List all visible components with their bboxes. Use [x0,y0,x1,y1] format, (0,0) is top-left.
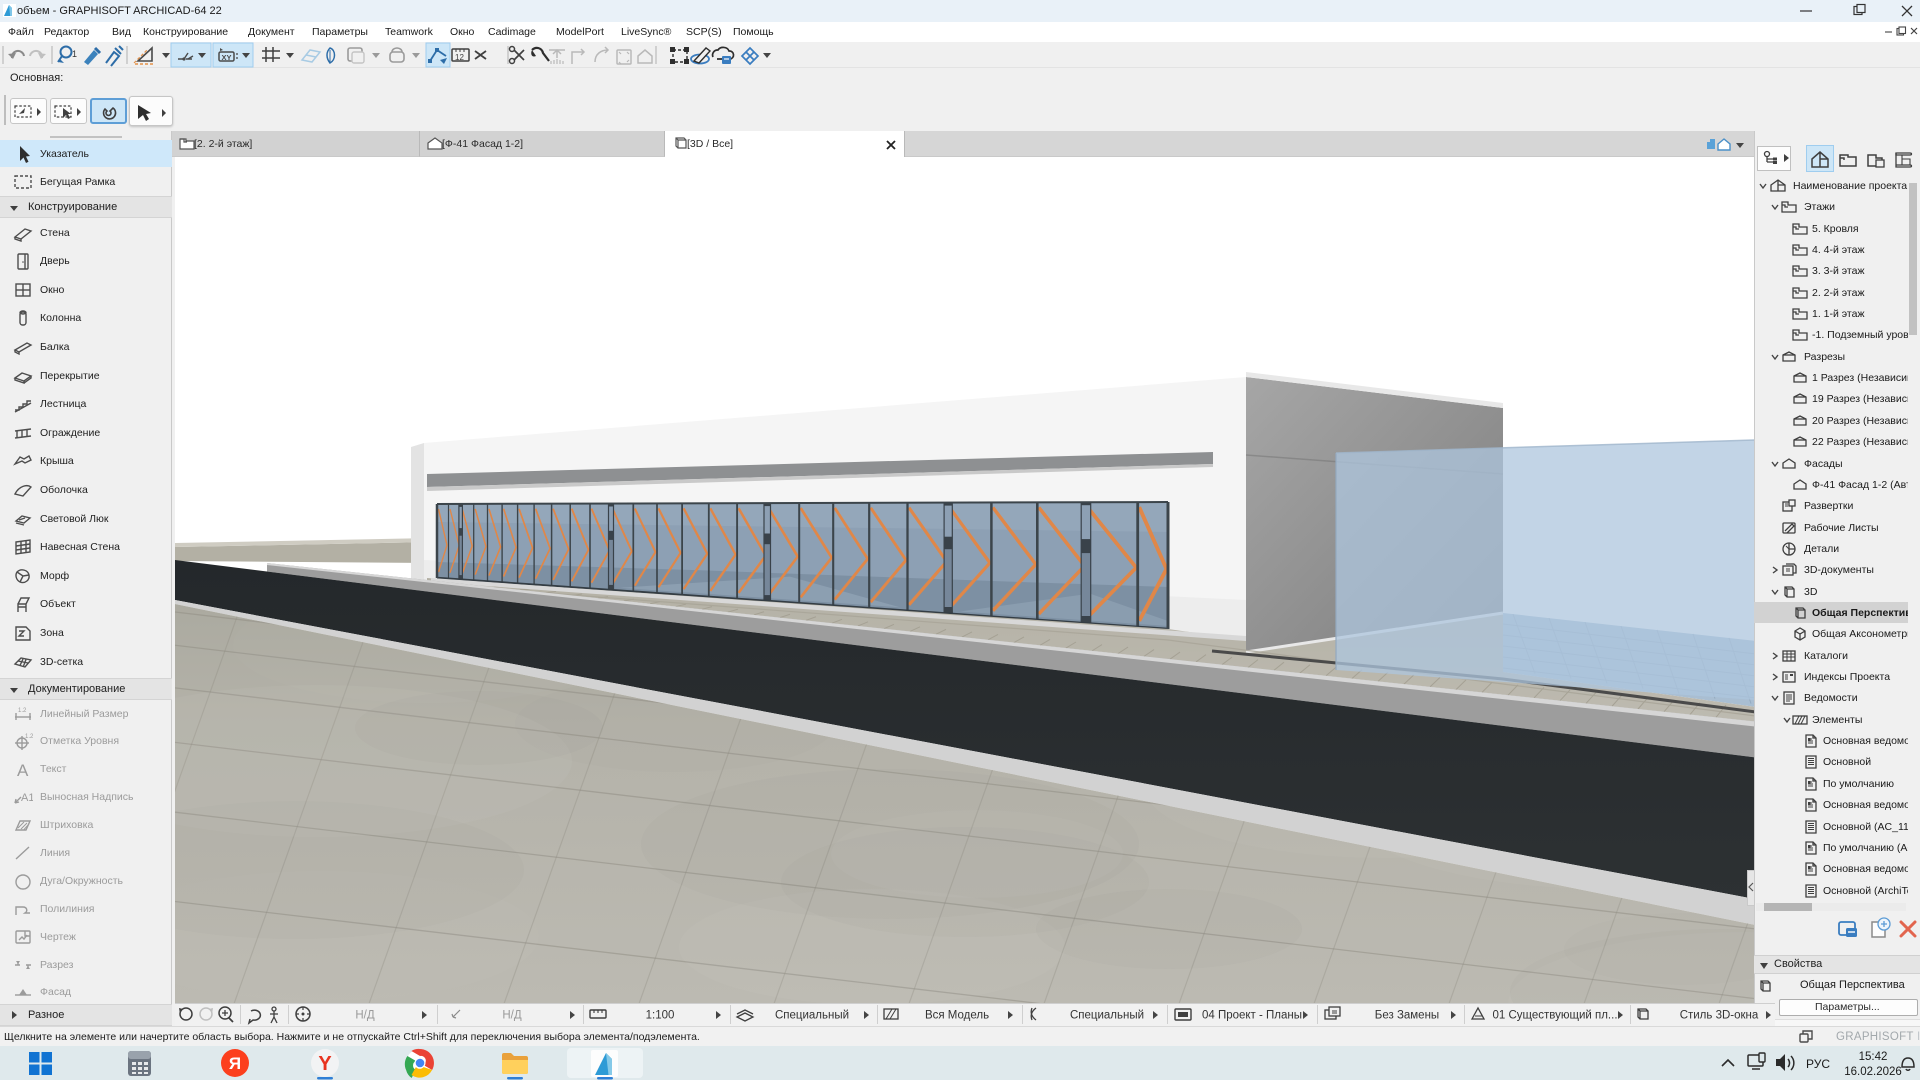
svg-text:РУС: РУС [1806,1057,1830,1071]
svg-text:Н/Д: Н/Д [502,1010,522,1022]
svg-text:1: 1 [72,49,77,59]
svg-text:Н/Д: Н/Д [355,1010,375,1022]
svg-text:15:42: 15:42 [1859,1051,1888,1063]
svg-text:Вся Модель: Вся Модель [925,1010,989,1022]
svg-text:Y: Y [318,1053,332,1075]
svg-text:12: 12 [455,53,464,62]
svg-text:16.02.2026: 16.02.2026 [1844,1066,1902,1078]
svg-text:01 Существующий пл...: 01 Существующий пл... [1492,1010,1617,1022]
svg-text:1:100: 1:100 [646,1010,675,1022]
svg-text:Без Замены: Без Замены [1375,1010,1439,1022]
svg-text:Специальный: Специальный [775,1010,849,1022]
svg-text:XY: XY [222,53,232,62]
svg-text:1.2: 1.2 [18,708,27,714]
svg-text:04 Проект - Планы: 04 Проект - Планы [1202,1010,1302,1022]
svg-text:A: A [17,761,29,779]
svg-text:Я: Я [229,1054,241,1073]
svg-text:A1: A1 [21,792,33,804]
svg-text:Специальный: Специальный [1070,1010,1144,1022]
svg-text:Стиль 3D-окна: Стиль 3D-окна [1680,1010,1759,1022]
svg-text:1.2: 1.2 [25,734,33,740]
